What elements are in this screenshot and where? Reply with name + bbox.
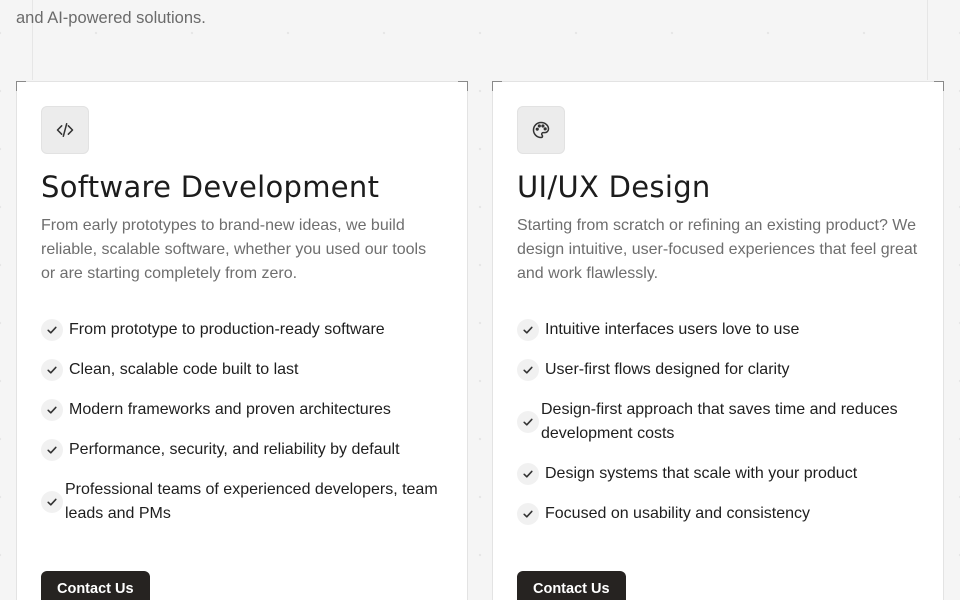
check-icon: [517, 359, 539, 381]
feature-text: Modern frameworks and proven architectur…: [69, 401, 391, 418]
feature-text: Design-first approach that saves time an…: [541, 401, 898, 442]
feature-text: Performance, security, and reliability b…: [69, 441, 400, 458]
background-guide-line: [927, 0, 928, 80]
palette-icon: [532, 121, 550, 139]
feature-list: From prototype to production-ready softw…: [41, 318, 443, 526]
feature-item: From prototype to production-ready softw…: [41, 318, 443, 342]
card-description: From early prototypes to brand-new ideas…: [41, 217, 427, 282]
check-icon: [517, 503, 539, 525]
contact-us-button[interactable]: Contact Us: [517, 571, 626, 600]
card-title: Software Development: [41, 170, 380, 204]
feature-item: Design systems that scale with your prod…: [517, 462, 919, 486]
code-icon: [56, 123, 74, 137]
feature-item: Intuitive interfaces users love to use: [517, 318, 919, 342]
corner-accent: [458, 81, 468, 91]
contact-us-button[interactable]: Contact Us: [41, 571, 150, 600]
feature-item: Performance, security, and reliability b…: [41, 438, 443, 462]
check-icon: [517, 319, 539, 341]
check-icon: [517, 463, 539, 485]
feature-item: Professional teams of experienced develo…: [41, 478, 443, 526]
feature-text: Intuitive interfaces users love to use: [545, 321, 800, 338]
check-icon: [517, 411, 539, 433]
check-icon: [41, 491, 63, 513]
feature-item: Modern frameworks and proven architectur…: [41, 398, 443, 422]
feature-item: Clean, scalable code built to last: [41, 358, 443, 382]
feature-text: Design systems that scale with your prod…: [545, 465, 858, 482]
corner-accent: [16, 81, 26, 91]
feature-text: Focused on usability and consistency: [545, 505, 811, 522]
card-description: Starting from scratch or refining an exi…: [517, 217, 918, 282]
card-title: UI/UX Design: [517, 170, 711, 204]
feature-item: Focused on usability and consistency: [517, 502, 919, 526]
feature-text: Professional teams of experienced develo…: [65, 481, 438, 522]
check-icon: [41, 399, 63, 421]
check-icon: [41, 439, 63, 461]
corner-accent: [934, 81, 944, 91]
check-icon: [41, 319, 63, 341]
feature-text: User-first flows designed for clarity: [545, 361, 790, 378]
feature-text: Clean, scalable code built to last: [69, 361, 299, 378]
service-icon-box: [517, 106, 565, 154]
service-card-ui-ux-design: UI/UX Design Starting from scratch or re…: [492, 81, 944, 600]
feature-item: User-first flows designed for clarity: [517, 358, 919, 382]
service-icon-box: [41, 106, 89, 154]
section-intro-text: and AI-powered solutions.: [16, 9, 206, 27]
feature-text: From prototype to production-ready softw…: [69, 321, 385, 338]
feature-list: Intuitive interfaces users love to use U…: [517, 318, 919, 526]
page: and AI-powered solutions. Software Devel…: [0, 0, 960, 600]
feature-item: Design-first approach that saves time an…: [517, 398, 919, 446]
corner-accent: [492, 81, 502, 91]
check-icon: [41, 359, 63, 381]
service-card-software-development: Software Development From early prototyp…: [16, 81, 468, 600]
